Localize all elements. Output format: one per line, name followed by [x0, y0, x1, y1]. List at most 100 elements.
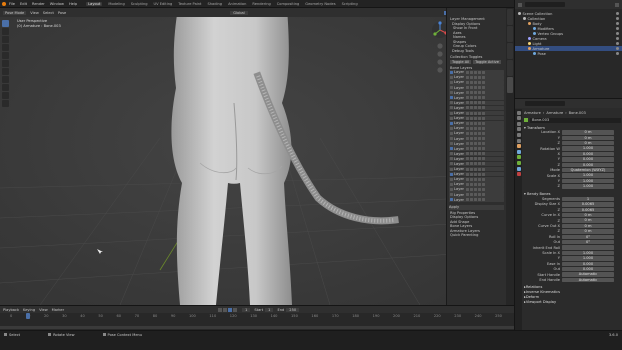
layer-toggle-icon[interactable]	[474, 182, 477, 186]
visibility-eye-icon[interactable]	[616, 32, 619, 35]
menu-file[interactable]: File	[9, 2, 15, 6]
tool-select-box[interactable]	[2, 20, 9, 27]
constraint-props-icon[interactable]	[516, 149, 521, 154]
layer-toggle-icon[interactable]	[470, 147, 473, 151]
layer-toggle-icon[interactable]	[474, 172, 477, 176]
bone-layer-row[interactable]: Layer	[449, 136, 504, 141]
tool-push[interactable]	[2, 92, 9, 99]
layer-visibility-icon[interactable]	[450, 162, 453, 166]
field-value[interactable]: 0°	[562, 240, 614, 245]
bone-constraint-icon[interactable]	[516, 166, 521, 171]
layer-visibility-icon[interactable]	[450, 157, 453, 161]
layer-toggle-icon[interactable]	[474, 86, 477, 90]
field-value[interactable]: 0.000	[562, 151, 614, 157]
layer-toggle-icon[interactable]	[470, 131, 473, 135]
field-value[interactable]: 0.0065	[562, 202, 614, 207]
layer-toggle-icon[interactable]	[478, 152, 481, 156]
layer-toggle-icon[interactable]	[466, 91, 469, 95]
layer-toggle-icon[interactable]	[478, 182, 481, 186]
layer-toggle-icon[interactable]	[466, 116, 469, 120]
layer-toggle-icon[interactable]	[478, 121, 481, 125]
bone-layer-row[interactable]: Layer	[449, 95, 504, 101]
menu-pose[interactable]: Pose	[58, 11, 66, 15]
bone-layer-row[interactable]: Layer	[449, 115, 504, 121]
blender-logo-icon[interactable]	[2, 1, 6, 6]
layer-visibility-icon[interactable]	[450, 177, 453, 181]
field-value[interactable]: 0 m	[562, 135, 614, 140]
layer-toggle-icon[interactable]	[474, 101, 477, 105]
bone-layer-row[interactable]: Layer	[449, 171, 504, 177]
layer-toggle-icon[interactable]	[466, 137, 469, 141]
bone-layer-row[interactable]: Layer	[449, 166, 504, 172]
bone-layer-row[interactable]: Layer	[449, 146, 504, 151]
field-value[interactable]: 0 m	[562, 213, 614, 218]
layer-toggle-icon[interactable]	[470, 142, 473, 146]
bone-layer-row[interactable]: Layer	[449, 90, 504, 95]
mode-selector[interactable]: Pose Mode	[3, 10, 27, 15]
timeline-menu-keying[interactable]: Keying	[23, 308, 35, 312]
field-value[interactable]: 0 m	[562, 223, 614, 229]
layer-toggle-icon[interactable]	[466, 131, 469, 135]
layer-visibility-icon[interactable]	[450, 172, 453, 176]
menu-window[interactable]: Window	[50, 2, 64, 6]
layer-toggle-icon[interactable]	[478, 111, 481, 115]
layer-toggle-icon[interactable]	[482, 75, 485, 79]
layer-toggle-icon[interactable]	[474, 131, 477, 135]
layer-toggle-icon[interactable]	[482, 167, 485, 171]
layer-toggle-icon[interactable]	[470, 167, 473, 171]
viewport-scene[interactable]	[0, 8, 470, 305]
field-value[interactable]: 0 m	[562, 140, 614, 146]
menu-select[interactable]: Select	[43, 11, 54, 15]
bone-layer-row[interactable]: Layer	[449, 70, 504, 75]
current-frame-field[interactable]: 1	[242, 307, 251, 312]
play-icon[interactable]	[228, 307, 233, 312]
layer-toggle-icon[interactable]	[478, 137, 481, 141]
layer-toggle-icon[interactable]	[474, 116, 477, 120]
bone-layer-row[interactable]: Layer	[449, 126, 504, 131]
layer-toggle-icon[interactable]	[470, 162, 473, 166]
layer-toggle-icon[interactable]	[470, 137, 473, 141]
jump-end-icon[interactable]	[233, 307, 238, 312]
layer-visibility-icon[interactable]	[450, 131, 453, 135]
layer-toggle-icon[interactable]	[470, 106, 473, 110]
layer-toggle-icon[interactable]	[466, 101, 469, 105]
layer-visibility-icon[interactable]	[450, 101, 453, 105]
filter-icon[interactable]	[615, 2, 619, 7]
tab-animation[interactable]: Animation	[228, 2, 246, 6]
field-value[interactable]: 0 m	[562, 218, 614, 223]
tab-modeling[interactable]: Modeling	[108, 2, 124, 6]
layer-toggle-icon[interactable]	[478, 198, 481, 202]
layer-toggle-icon[interactable]	[470, 126, 473, 130]
layer-toggle-icon[interactable]	[478, 86, 481, 90]
field-value[interactable]: 0.000	[562, 266, 614, 272]
layer-toggle-icon[interactable]	[470, 70, 473, 74]
layer-visibility-icon[interactable]	[450, 75, 453, 79]
field-value[interactable]: 0.000	[562, 162, 614, 167]
field-value[interactable]: 1.000	[562, 250, 614, 256]
layer-visibility-icon[interactable]	[450, 126, 453, 130]
menu-view[interactable]: View	[30, 11, 39, 15]
timeline-scrollbar[interactable]	[0, 326, 514, 329]
layer-toggle-icon[interactable]	[466, 172, 469, 176]
tool-scale[interactable]	[2, 52, 9, 59]
menu-help[interactable]: Help	[69, 2, 77, 6]
layer-toggle-icon[interactable]	[478, 167, 481, 171]
layer-toggle-icon[interactable]	[478, 91, 481, 95]
layer-toggle-icon[interactable]	[482, 198, 485, 202]
layer-visibility-icon[interactable]	[450, 86, 453, 90]
layer-visibility-icon[interactable]	[450, 147, 453, 151]
layer-toggle-icon[interactable]	[470, 111, 473, 115]
outliner-display-mode-icon[interactable]	[518, 2, 522, 7]
layer-toggle-icon[interactable]	[470, 75, 473, 79]
layer-toggle-icon[interactable]	[482, 86, 485, 90]
tab-view[interactable]	[507, 43, 513, 59]
timeline-menu-marker[interactable]: Marker	[52, 308, 64, 312]
layer-toggle-icon[interactable]	[478, 162, 481, 166]
visibility-eye-icon[interactable]	[616, 52, 619, 55]
tab-scripting[interactable]: Scripting	[342, 2, 358, 6]
bone-layer-row[interactable]: Layer	[449, 120, 504, 126]
layer-visibility-icon[interactable]	[450, 96, 453, 100]
outliner-search-input[interactable]	[525, 2, 565, 7]
layer-toggle-icon[interactable]	[474, 177, 477, 181]
layer-toggle-icon[interactable]	[478, 101, 481, 105]
